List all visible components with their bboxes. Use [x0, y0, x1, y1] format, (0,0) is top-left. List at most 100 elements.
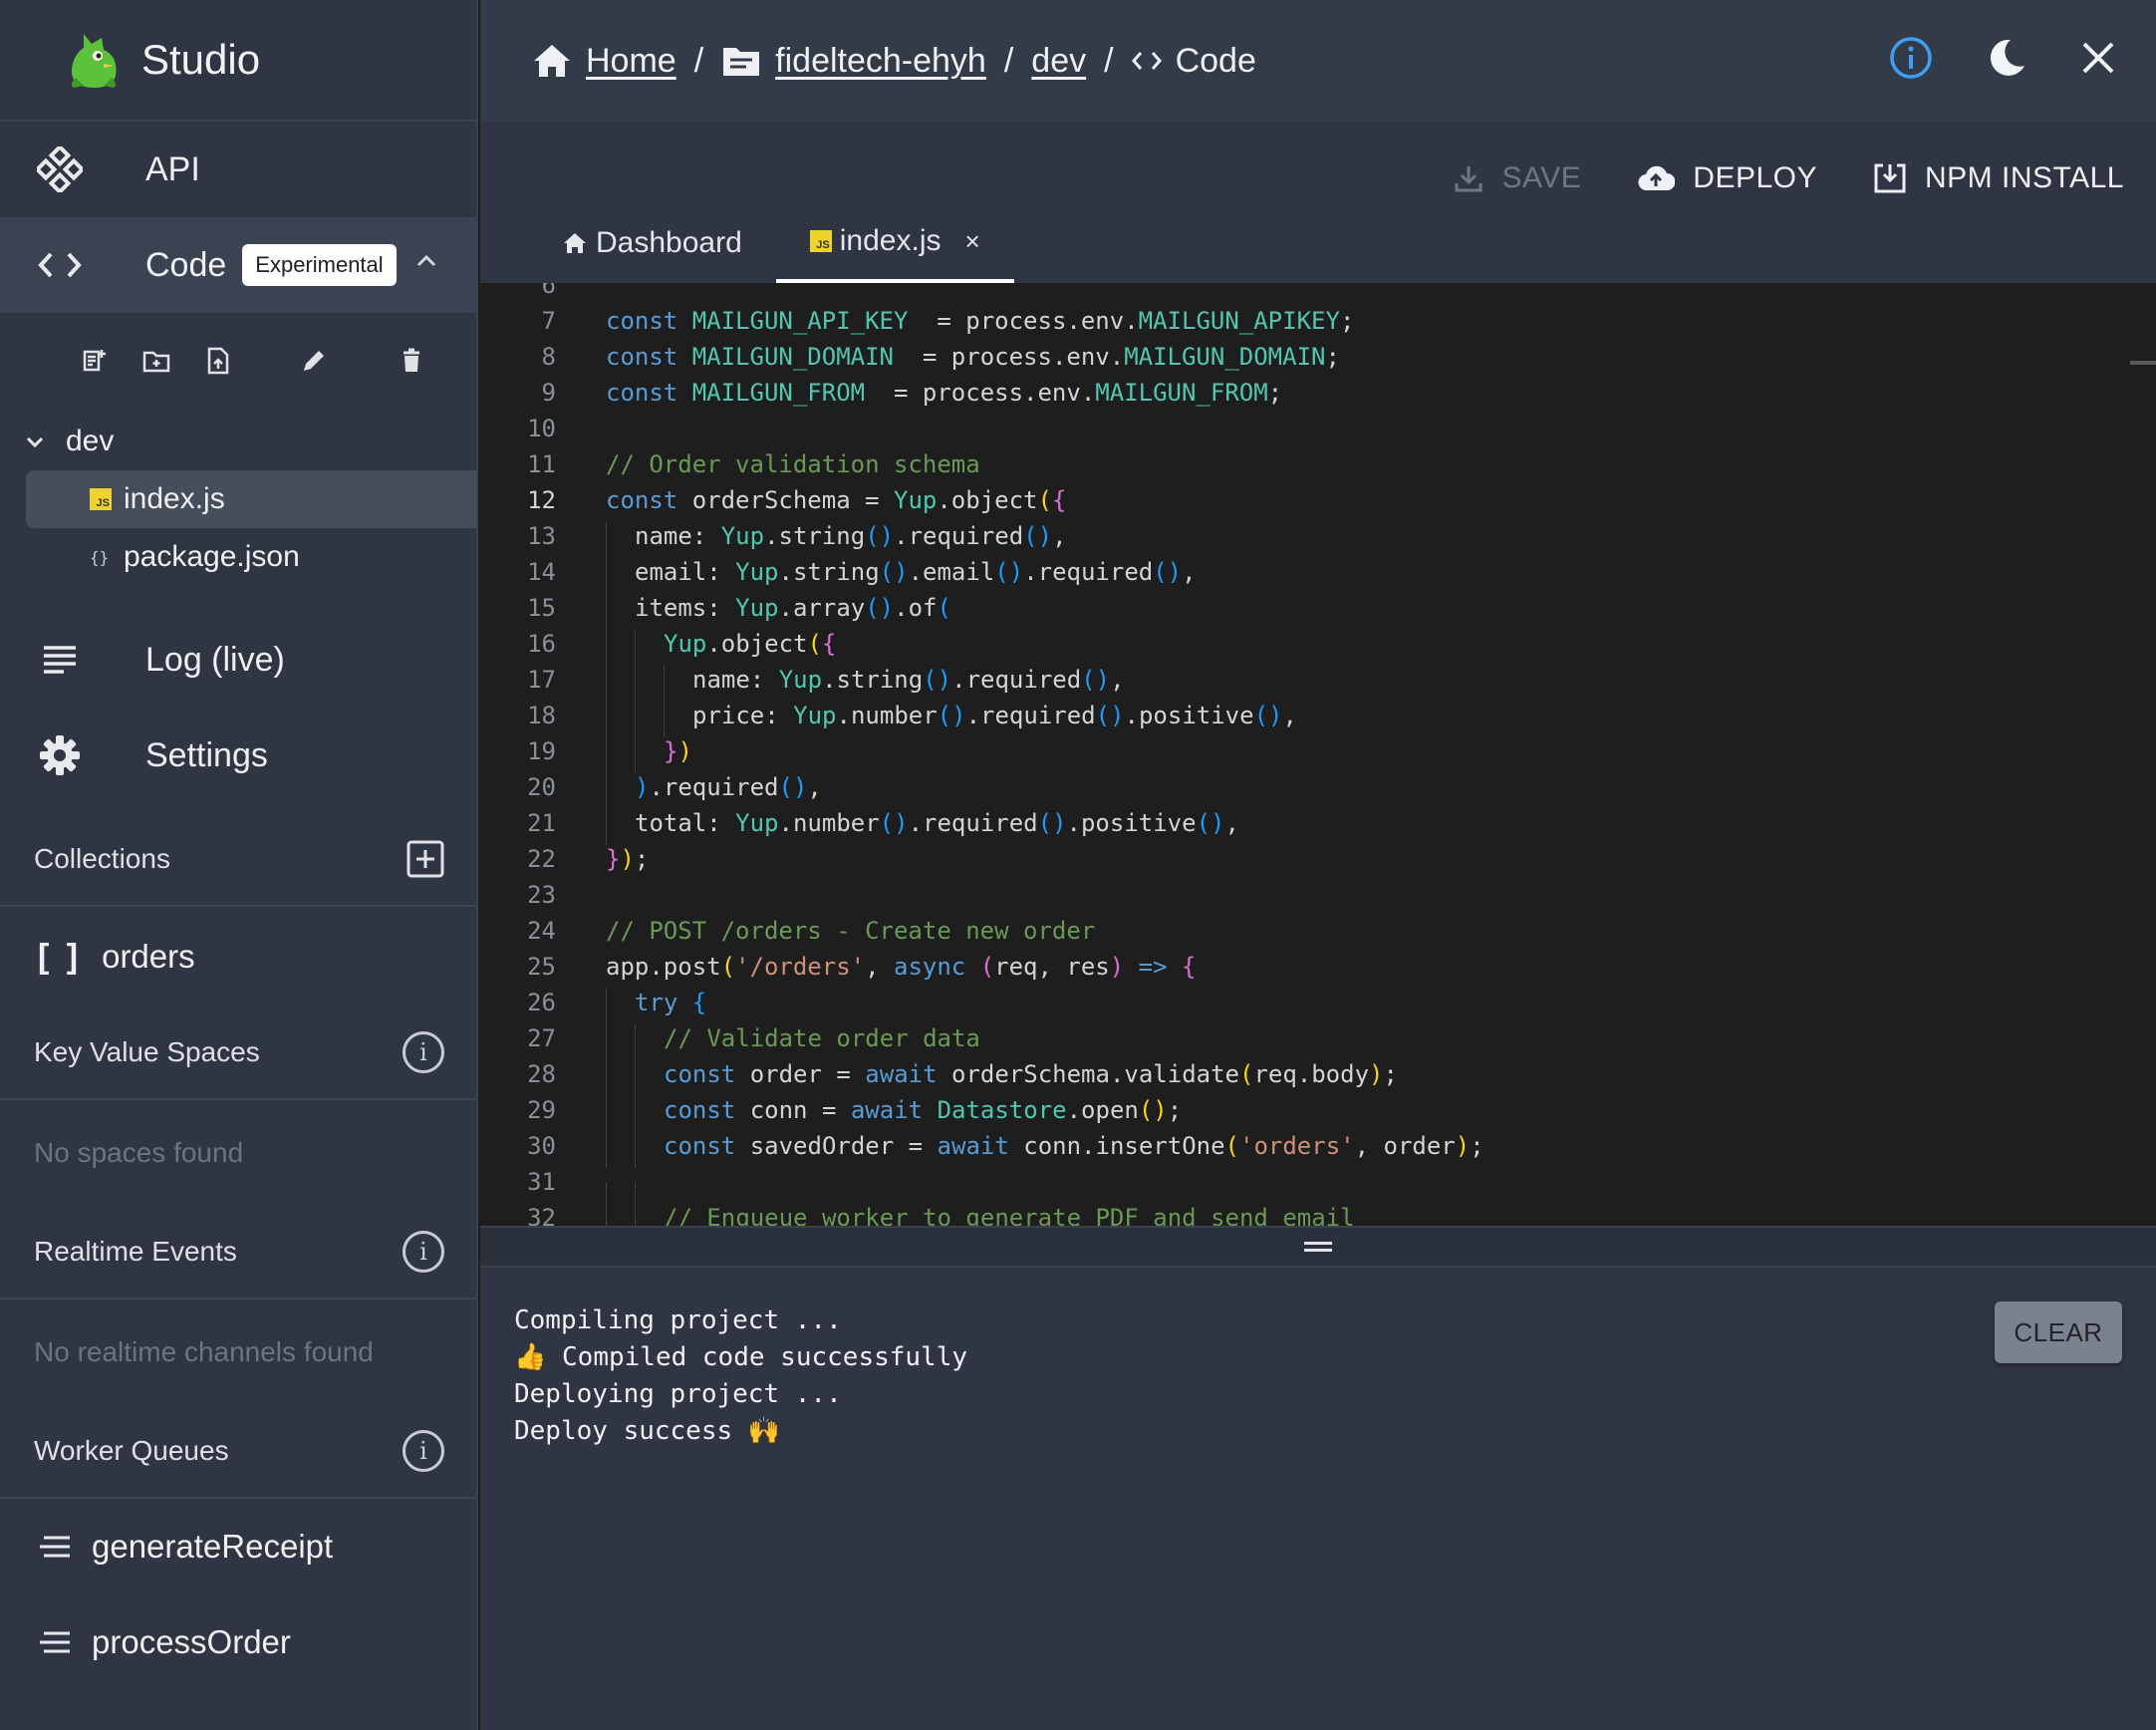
- code-line[interactable]: 12 const orderSchema = Yup.object({: [480, 482, 2156, 518]
- collection-item-orders[interactable]: [ ] orders: [0, 907, 476, 1007]
- nav-settings[interactable]: Settings: [0, 708, 476, 803]
- deploy-label: DEPLOY: [1693, 161, 1817, 194]
- indent-guide: [635, 1024, 636, 1060]
- new-file-icon[interactable]: [64, 341, 126, 381]
- code-token: MAILGUN_DOMAIN: [1124, 343, 1326, 371]
- code-token: req, res: [994, 953, 1110, 981]
- delete-trash-icon[interactable]: [381, 341, 442, 381]
- code-token: ): [677, 737, 692, 765]
- breadcrumb-project[interactable]: fideltech-ehyh: [775, 42, 986, 81]
- info-icon[interactable]: i: [403, 1430, 444, 1472]
- line-number: 18: [527, 702, 556, 729]
- code-text: const savedOrder = await conn.insertOne(…: [606, 1132, 1484, 1168]
- upload-file-icon[interactable]: [187, 341, 249, 381]
- code-token: req.body: [1253, 1060, 1370, 1088]
- code-line[interactable]: 7 const MAILGUN_API_KEY = process.env.MAI…: [480, 303, 2156, 339]
- code-token: ): [1109, 953, 1125, 981]
- code-line[interactable]: 13 name: Yup.string().required(),: [480, 518, 2156, 558]
- code-token: (: [937, 594, 951, 622]
- nav-log[interactable]: Log (live): [0, 612, 476, 708]
- line-number: 15: [527, 594, 556, 622]
- nav-code-label: Code: [145, 245, 227, 284]
- code-line[interactable]: 21 total: Yup.number().required().positiv…: [480, 805, 2156, 845]
- sidebar: Studio API Code Experimental dev JS inde…: [0, 0, 478, 1730]
- code-token: name:: [692, 666, 779, 694]
- code-line[interactable]: 29 const conn = await Datastore.open();: [480, 1092, 2156, 1132]
- code-line[interactable]: 32 // Enqueue worker to generate PDF and …: [480, 1200, 2156, 1226]
- code-text: items: Yup.array().of(: [606, 594, 951, 630]
- code-line[interactable]: 16 Yup.object({: [480, 626, 2156, 666]
- code-token: ,: [807, 773, 822, 801]
- worker-item-process-order[interactable]: processOrder: [0, 1594, 476, 1690]
- code-line[interactable]: 22});: [480, 841, 2156, 877]
- tab-dashboard[interactable]: Dashboard: [528, 203, 776, 283]
- nav-code[interactable]: Code Experimental: [0, 217, 476, 313]
- code-line[interactable]: 26 try {: [480, 985, 2156, 1024]
- code-line[interactable]: 25 app.post('/orders', async (req, res) =…: [480, 949, 2156, 985]
- tab-close-icon[interactable]: ×: [964, 226, 979, 257]
- indent-guide: [635, 1060, 636, 1096]
- queue-icon: [40, 1536, 70, 1558]
- brand[interactable]: Studio: [0, 0, 476, 122]
- code-editor[interactable]: 6 7 const MAILGUN_API_KEY = process.env.MA…: [480, 283, 2156, 1226]
- clear-button[interactable]: CLEAR: [1995, 1301, 2122, 1363]
- info-icon[interactable]: i: [403, 1231, 444, 1273]
- code-line[interactable]: 6: [480, 283, 2156, 303]
- deploy-button[interactable]: DEPLOY: [1637, 161, 1817, 195]
- indent-guide: [635, 737, 636, 773]
- scrollbar-marker[interactable]: [2130, 361, 2156, 365]
- indent-guide: [635, 1132, 636, 1168]
- dark-mode-moon-icon[interactable]: [1985, 36, 2028, 80]
- tree-file-package-json[interactable]: {} package.json: [26, 528, 476, 586]
- code-token: {: [691, 989, 707, 1016]
- code-line[interactable]: 20).required(),: [480, 769, 2156, 809]
- code-token: (): [778, 773, 808, 801]
- code-line[interactable]: 15 items: Yup.array().of(: [480, 590, 2156, 630]
- add-collection-icon[interactable]: [406, 840, 444, 878]
- nav-api[interactable]: API: [0, 122, 476, 217]
- code-line[interactable]: 11 // Order validation schema: [480, 446, 2156, 482]
- realtime-header: Realtime Events i: [0, 1206, 476, 1299]
- code-line[interactable]: 28 const order = await orderSchema.valida…: [480, 1056, 2156, 1096]
- code-line[interactable]: 9 const MAILGUN_FROM = process.env.MAILGU…: [480, 375, 2156, 411]
- indent-guide: [635, 630, 636, 666]
- code-token: '/orders': [735, 953, 866, 981]
- close-icon[interactable]: [2080, 40, 2116, 76]
- tree-file-index-js[interactable]: JS index.js: [26, 470, 476, 528]
- info-icon[interactable]: [1889, 36, 1933, 80]
- code-token: app.post: [606, 953, 721, 981]
- tree-folder-dev[interactable]: dev: [0, 413, 476, 470]
- code-line[interactable]: 27 // Validate order data: [480, 1020, 2156, 1060]
- code-line[interactable]: 14 email: Yup.string().email().required()…: [480, 554, 2156, 594]
- code-line[interactable]: 24 // POST /orders - Create new order: [480, 913, 2156, 949]
- code-line[interactable]: 10: [480, 411, 2156, 446]
- worker-label: processOrder: [92, 1623, 291, 1660]
- new-folder-icon[interactable]: [126, 341, 187, 381]
- tab-index-js[interactable]: JS index.js ×: [775, 203, 1014, 283]
- collections-title: Collections: [34, 843, 170, 874]
- code-line[interactable]: 30 const savedOrder = await conn.insertOn…: [480, 1128, 2156, 1168]
- code-line[interactable]: 17 name: Yup.string().required(),: [480, 662, 2156, 702]
- code-line[interactable]: 19}): [480, 733, 2156, 773]
- code-token: .required: [965, 702, 1096, 729]
- code-line[interactable]: 18 price: Yup.number().required().positiv…: [480, 698, 2156, 737]
- code-text: name: Yup.string().required(),: [606, 522, 1067, 558]
- panel-resize-handle[interactable]: [480, 1226, 2156, 1268]
- chevron-up-icon[interactable]: [414, 249, 438, 278]
- npm-install-button[interactable]: NPM INSTALL: [1873, 161, 2124, 195]
- log-lines-icon: [30, 645, 90, 675]
- indent-guide: [606, 989, 607, 1024]
- info-icon[interactable]: i: [403, 1031, 444, 1073]
- code-line[interactable]: 8 const MAILGUN_DOMAIN = process.env.MAIL…: [480, 339, 2156, 375]
- breadcrumb-home[interactable]: Home: [586, 42, 676, 81]
- rename-pencil-icon[interactable]: [283, 341, 345, 381]
- code-line[interactable]: 31: [480, 1164, 2156, 1218]
- code-token: MAILGUN_API_KEY: [691, 307, 909, 335]
- worker-item-generate-receipt[interactable]: generateReceipt: [0, 1499, 476, 1594]
- kv-title: Key Value Spaces: [34, 1036, 260, 1067]
- breadcrumb-space[interactable]: dev: [1031, 42, 1086, 81]
- line-number: 23: [527, 881, 556, 909]
- save-button[interactable]: SAVE: [1454, 161, 1581, 195]
- indent-guide: [664, 666, 665, 702]
- code-line[interactable]: 23: [480, 877, 2156, 913]
